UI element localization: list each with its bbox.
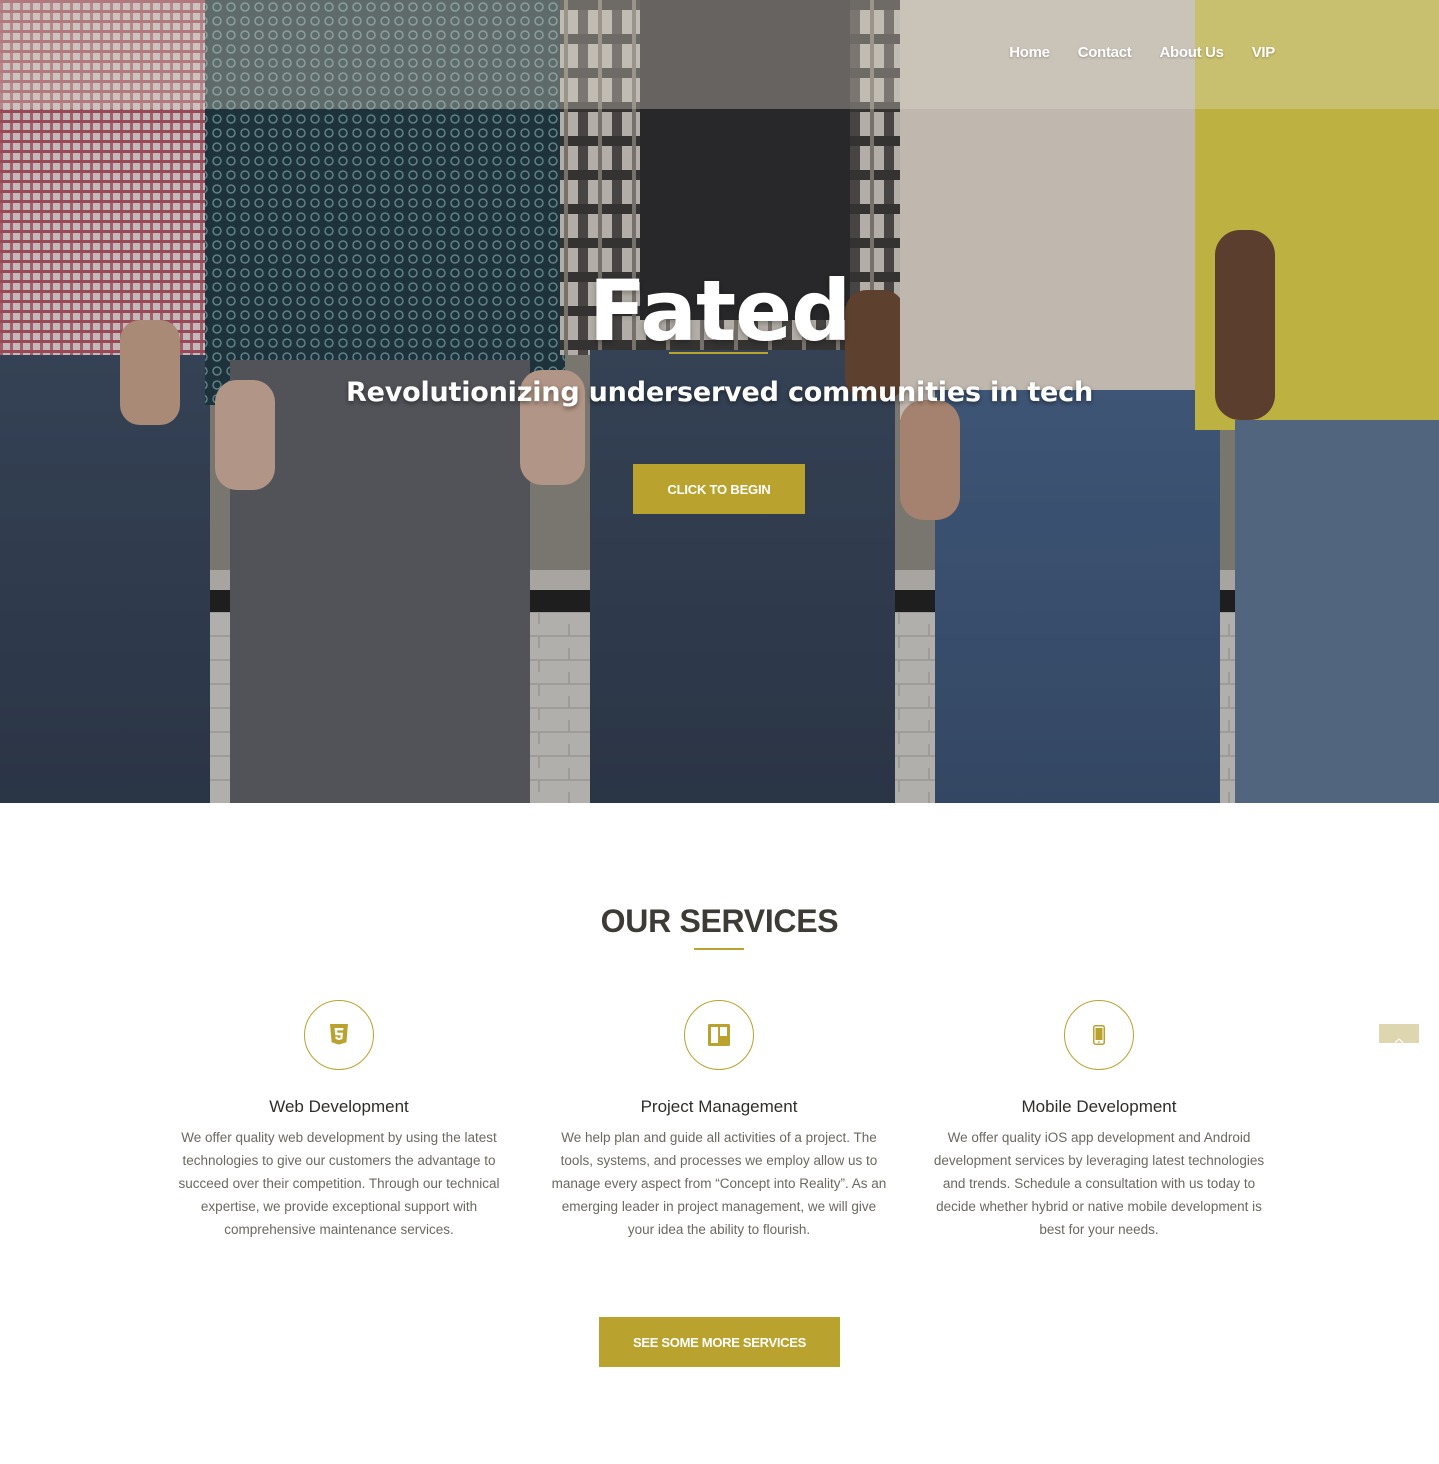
hero-section: Home Contact About Us VIP Fated Revoluti… <box>0 0 1439 803</box>
service-description: We offer quality iOS app development and… <box>933 1130 1265 1237</box>
trello-board-icon <box>708 1024 730 1046</box>
nav-item-vip[interactable]: VIP <box>1252 44 1276 61</box>
service-title: Mobile Development <box>1021 1097 1177 1116</box>
services-heading-underline <box>694 948 744 950</box>
service-title: Project Management <box>640 1097 798 1116</box>
service-icon-circle <box>684 1000 754 1070</box>
hero-title: Fated <box>588 262 851 360</box>
hero-subtitle: Revolutionizing underserved communities … <box>346 377 1093 408</box>
service-icon-circle <box>1064 1000 1134 1070</box>
service-description: We offer quality web development by usin… <box>178 1130 500 1237</box>
nav-item-home[interactable]: Home <box>1009 44 1050 61</box>
mobile-phone-icon <box>1093 1025 1105 1045</box>
main-nav: Home Contact About Us VIP <box>1009 44 1275 61</box>
service-card-project-management: Project Management We help plan and guid… <box>539 1000 899 1241</box>
html5-icon <box>330 1024 348 1045</box>
services-heading: OUR SERVICES <box>600 903 839 939</box>
service-card-mobile-development: Mobile Development We offer quality iOS … <box>919 1000 1279 1241</box>
service-card-web-development: Web Development We offer quality web dev… <box>159 1000 519 1241</box>
click-to-begin-button[interactable]: CLICK TO BEGIN <box>633 464 805 514</box>
service-icon-circle <box>304 1000 374 1070</box>
scroll-to-top-button[interactable] <box>1379 1024 1419 1043</box>
top-navbar: Home Contact About Us VIP <box>0 0 1439 109</box>
nav-item-contact[interactable]: Contact <box>1078 44 1132 61</box>
service-title: Web Development <box>269 1097 409 1116</box>
hero-title-underline <box>669 352 768 354</box>
service-description: We help plan and guide all activities of… <box>551 1130 887 1237</box>
nav-item-about-us[interactable]: About Us <box>1159 44 1224 61</box>
chevron-up-icon <box>1394 1038 1404 1043</box>
see-more-services-button[interactable]: SEE SOME MORE SERVICES <box>599 1317 840 1367</box>
